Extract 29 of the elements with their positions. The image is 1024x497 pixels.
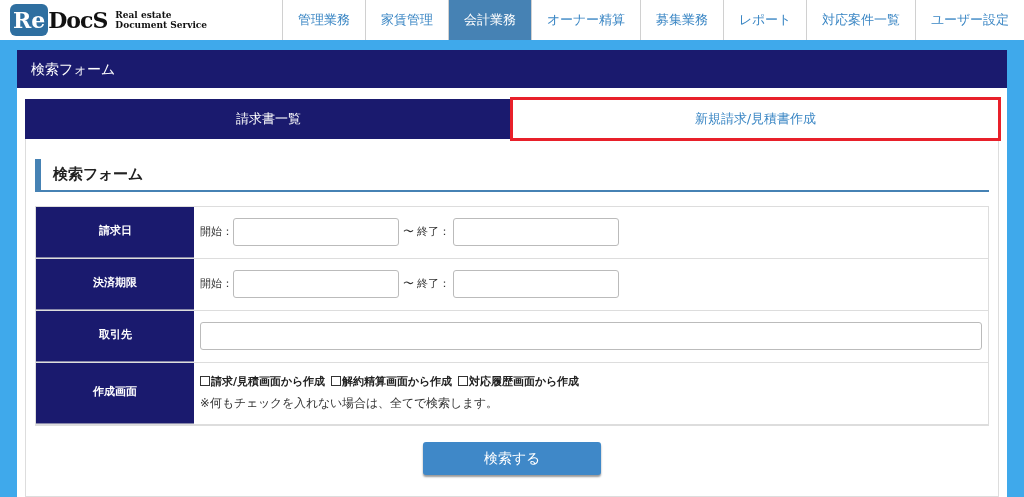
start-label: 開始： <box>200 223 233 240</box>
checkbox[interactable] <box>200 376 210 387</box>
field-label: 作成画面 <box>36 362 194 424</box>
end-label: 〜 終了： <box>403 223 451 240</box>
search-button[interactable]: 検索する <box>423 441 601 475</box>
section-heading: 検索フォーム <box>35 159 989 192</box>
end-date-field[interactable] <box>452 218 619 246</box>
tab[interactable]: 新規請求/見積書作成 <box>512 99 999 139</box>
checkbox-label: 解約精算画面から作成 <box>342 375 453 389</box>
end-label: 〜 終了： <box>403 275 451 292</box>
panel-title: 検索フォーム <box>17 50 1007 88</box>
field-label: 請求日 <box>36 206 194 258</box>
checkbox-label: 対応履歴画面から作成 <box>469 375 580 389</box>
checkbox[interactable] <box>331 376 342 387</box>
checkbox[interactable] <box>458 376 469 387</box>
field-label: 決済期限 <box>36 258 194 310</box>
logo-name: DocS <box>48 5 108 35</box>
logo-tagline: Real estate Document Service <box>115 10 208 30</box>
start-date-field[interactable] <box>233 270 399 298</box>
checkbox-label: 請求/見積画面から作成 <box>211 375 326 389</box>
start-label: 開始： <box>200 275 233 292</box>
field-label: 取引先 <box>36 310 194 362</box>
nav-tab[interactable]: 会計業務 <box>448 0 531 40</box>
partner-field[interactable] <box>200 322 982 350</box>
note-text: ※何もチェックを入れない場合は、全てで検索します。 <box>200 394 499 412</box>
logo-mark: Re <box>10 4 49 36</box>
start-date-field[interactable] <box>233 218 399 246</box>
end-date-field[interactable] <box>452 270 619 298</box>
tab[interactable]: 請求書一覧 <box>25 99 512 139</box>
